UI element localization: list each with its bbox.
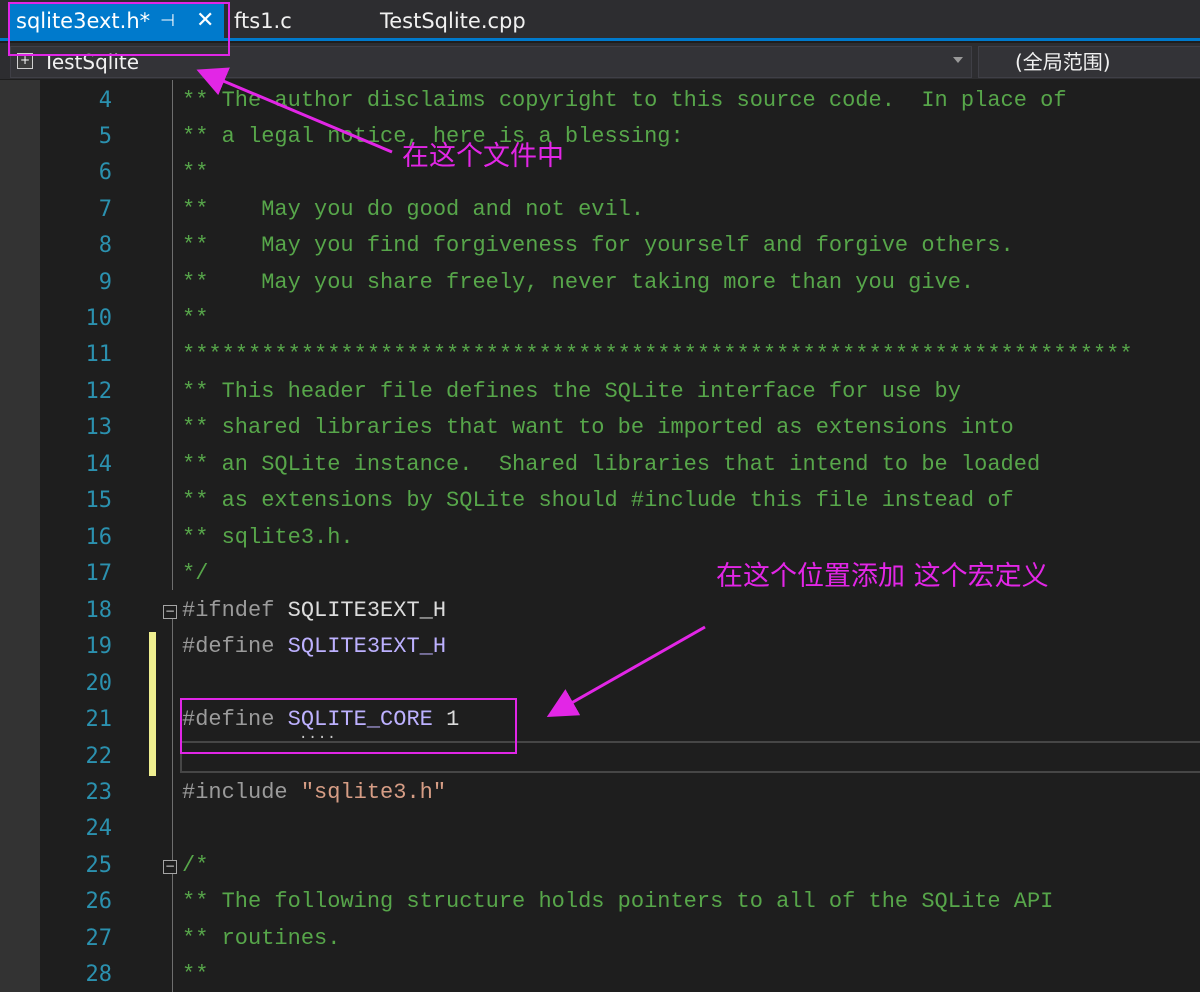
annotation-arrows [196, 67, 706, 717]
arrow-to-tab [196, 67, 393, 154]
annotation-define-note: 在这个位置添加 这个宏定义 [716, 561, 1049, 592]
arrow-to-define [546, 625, 706, 717]
annotation-file-note: 在这个文件中 [402, 141, 564, 172]
